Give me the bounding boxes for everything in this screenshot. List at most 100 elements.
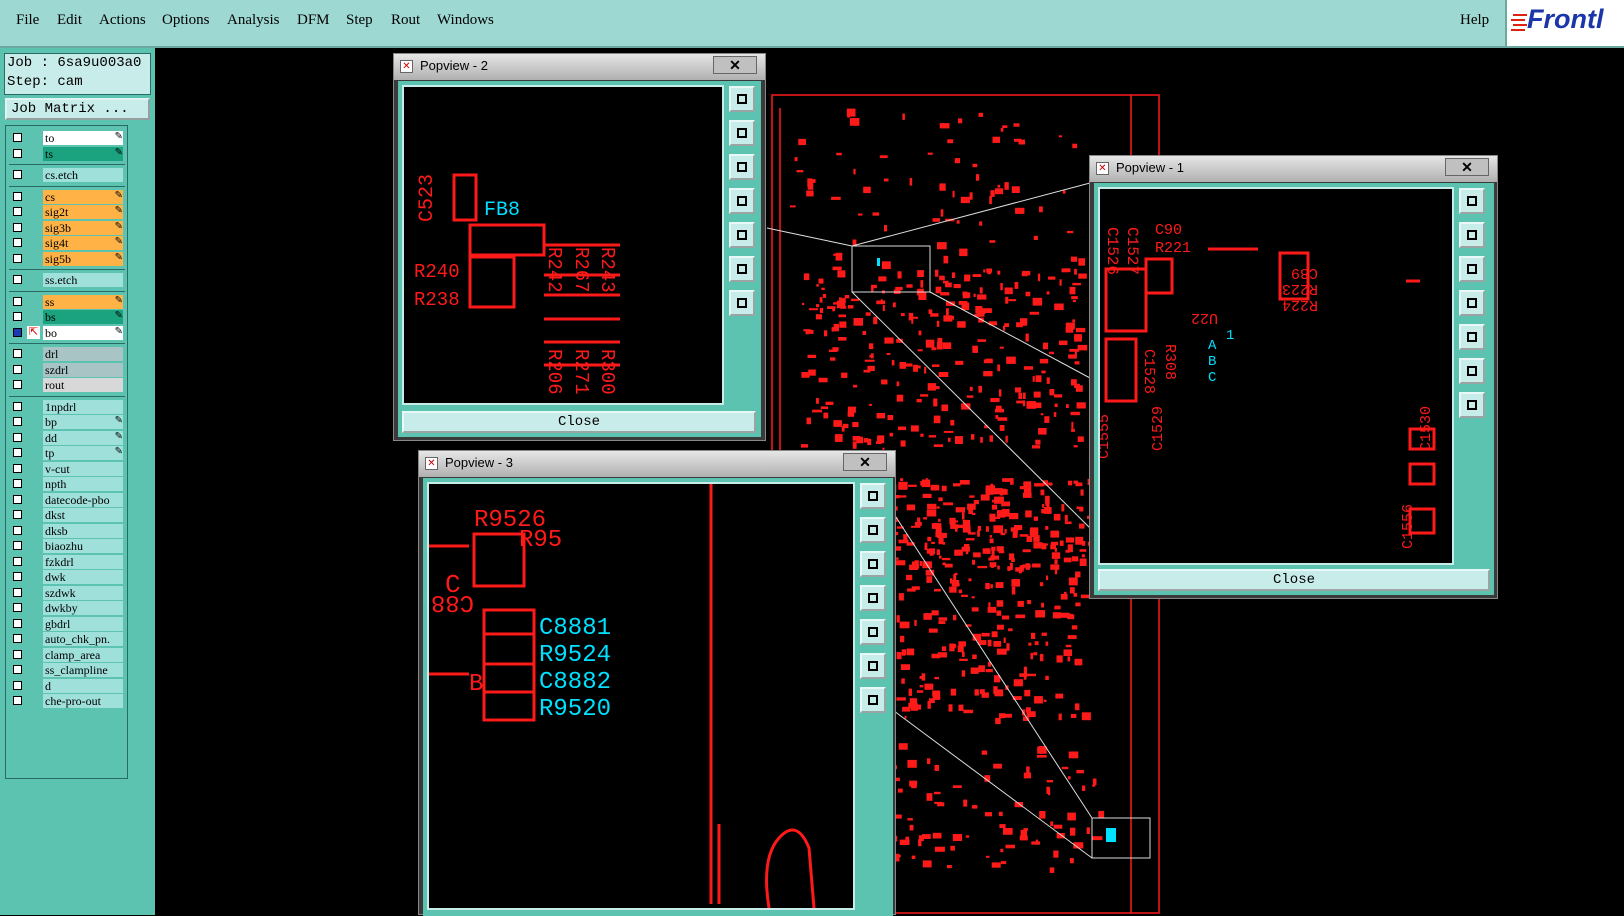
layer-name[interactable]: biaozhu — [43, 539, 123, 553]
layer-name[interactable]: sig2t — [43, 205, 123, 219]
layer-checkbox[interactable] — [13, 364, 22, 374]
layer-name[interactable]: dkst — [43, 508, 123, 522]
layer-row[interactable]: sig4t ✎ — [9, 236, 125, 250]
layer-checkbox[interactable] — [13, 649, 22, 659]
layer-row[interactable]: sig3b ✎ — [9, 220, 125, 235]
layer-row[interactable]: bo ✎ ⇱ — [9, 325, 125, 340]
layer-checkbox[interactable] — [13, 380, 22, 389]
layer-checkbox[interactable] — [13, 133, 22, 142]
layer-row[interactable]: 1npdrl — [9, 399, 125, 414]
layer-checkbox[interactable] — [13, 417, 22, 426]
layer-row[interactable]: szdrl — [9, 362, 125, 377]
pan-up-icon[interactable] — [860, 517, 886, 543]
layer-checkbox[interactable] — [13, 312, 22, 321]
layer-name[interactable]: npth — [43, 477, 123, 491]
layer-checkbox[interactable] — [13, 618, 22, 628]
layer-row[interactable]: sig5b ✎ — [9, 251, 125, 266]
layer-checkbox[interactable] — [13, 463, 22, 473]
layer-name[interactable]: dksb — [43, 523, 123, 538]
pan-down-icon[interactable] — [1459, 256, 1485, 282]
layer-checkbox[interactable] — [13, 541, 22, 550]
layer-row[interactable]: dwkby — [9, 601, 125, 615]
layer-row[interactable]: tp ✎ — [9, 446, 125, 460]
layer-row[interactable]: rout — [9, 378, 125, 392]
menu-analysis[interactable]: Analysis — [227, 12, 280, 29]
zoom-fit-icon[interactable] — [1459, 358, 1485, 384]
layer-name[interactable]: datecode-pbo — [43, 492, 123, 507]
layer-name[interactable]: cs.etch — [43, 168, 123, 182]
layer-row[interactable]: to ✎ — [9, 131, 125, 145]
pan-right-icon[interactable] — [1459, 324, 1485, 350]
layer-row[interactable]: cs.etch — [9, 168, 125, 182]
layer-name[interactable]: cs — [43, 189, 123, 204]
layer-checkbox[interactable] — [13, 238, 22, 247]
layer-row[interactable]: ss_clampline — [9, 663, 125, 677]
layer-row[interactable]: dd ✎ — [9, 430, 125, 445]
layer-checkbox[interactable] — [13, 634, 22, 643]
layer-row[interactable]: dwk — [9, 570, 125, 584]
zoom-fit-icon[interactable] — [729, 256, 755, 282]
layer-name[interactable]: drl — [43, 347, 123, 361]
layer-name[interactable]: sig4t — [43, 236, 123, 250]
popview-2-titlebar[interactable]: ✕ Popview - 2 ✕ — [394, 54, 765, 80]
layer-checkbox[interactable] — [13, 680, 22, 690]
layer-row[interactable]: ts ✎ — [9, 146, 125, 161]
layer-checkbox[interactable] — [13, 665, 22, 674]
menu-rout[interactable]: Rout — [391, 12, 420, 29]
layer-row[interactable]: drl — [9, 347, 125, 361]
layer-checkbox[interactable] — [13, 349, 22, 358]
job-matrix-button[interactable]: Job Matrix ... — [5, 98, 150, 120]
layer-name[interactable]: v-cut — [43, 461, 123, 476]
menu-dfm[interactable]: DFM — [297, 12, 330, 29]
layer-name[interactable]: dwkby — [43, 601, 123, 615]
layer-name[interactable]: bp — [43, 415, 123, 429]
layer-name[interactable]: dd — [43, 430, 123, 445]
layer-name[interactable]: tp — [43, 446, 123, 460]
zoom-home-icon[interactable] — [1459, 392, 1485, 418]
layer-checkbox[interactable] — [13, 572, 22, 581]
layer-name[interactable]: ss_clampline — [43, 663, 123, 677]
layer-row[interactable]: dksb — [9, 523, 125, 538]
layer-row[interactable]: npth — [9, 477, 125, 491]
layer-row[interactable]: clamp_area — [9, 647, 125, 662]
zoom-fit-icon[interactable] — [860, 653, 886, 679]
layer-name[interactable]: che-pro-out — [43, 694, 123, 708]
layer-row[interactable]: gbdrl — [9, 616, 125, 631]
popview-2-viewport[interactable]: C523 FB8 R242 R267 R243 R240 R238 R206 R271 R300 — [402, 85, 724, 405]
layer-row[interactable]: sig2t ✎ — [9, 205, 125, 219]
layer-checkbox[interactable] — [13, 479, 22, 488]
layer-row[interactable]: datecode-pbo — [9, 492, 125, 507]
popview-1-viewport[interactable]: C1526 C1527 C90 R221 C89 R223 R224 U22 R308 C1528… — [1098, 187, 1454, 565]
layer-row[interactable]: cs ✎ — [9, 189, 125, 204]
zoom-home-icon[interactable] — [860, 687, 886, 713]
popview-3-viewport[interactable]: R9526R95C8883C8881R9524C8882R9520CB — [427, 482, 855, 910]
close-icon[interactable]: ✕ — [713, 56, 757, 74]
menu-step[interactable]: Step — [346, 12, 373, 29]
pan-right-icon[interactable] — [729, 222, 755, 248]
layer-checkbox[interactable] — [13, 253, 22, 263]
layer-row[interactable]: ss ✎ — [9, 294, 125, 309]
layer-row[interactable]: che-pro-out — [9, 694, 125, 708]
layer-name[interactable]: clamp_area — [43, 647, 123, 662]
popview-1-close-button[interactable]: Close — [1098, 569, 1490, 591]
layer-name[interactable]: ss — [43, 294, 123, 309]
menu-windows[interactable]: Windows — [437, 12, 494, 29]
layer-checkbox[interactable] — [13, 296, 22, 306]
layer-checkbox[interactable] — [13, 191, 22, 201]
layer-name[interactable]: dwk — [43, 570, 123, 584]
layer-checkbox[interactable] — [13, 170, 22, 179]
zoom-window-icon[interactable] — [729, 86, 755, 112]
layer-row[interactable]: dkst — [9, 508, 125, 522]
layer-row[interactable]: bp ✎ — [9, 415, 125, 429]
menu-file[interactable]: File — [16, 12, 39, 29]
layer-name[interactable]: to — [43, 131, 123, 145]
layer-row[interactable]: bs ✎ — [9, 310, 125, 324]
layer-name[interactable]: auto_chk_pn. — [43, 632, 123, 646]
zoom-window-icon[interactable] — [860, 483, 886, 509]
layer-checkbox[interactable] — [13, 327, 22, 337]
layer-name[interactable]: bs — [43, 310, 123, 324]
layer-checkbox[interactable] — [13, 587, 22, 597]
layer-checkbox[interactable] — [13, 696, 22, 705]
layer-checkbox[interactable] — [13, 207, 22, 216]
layer-row[interactable]: biaozhu — [9, 539, 125, 553]
